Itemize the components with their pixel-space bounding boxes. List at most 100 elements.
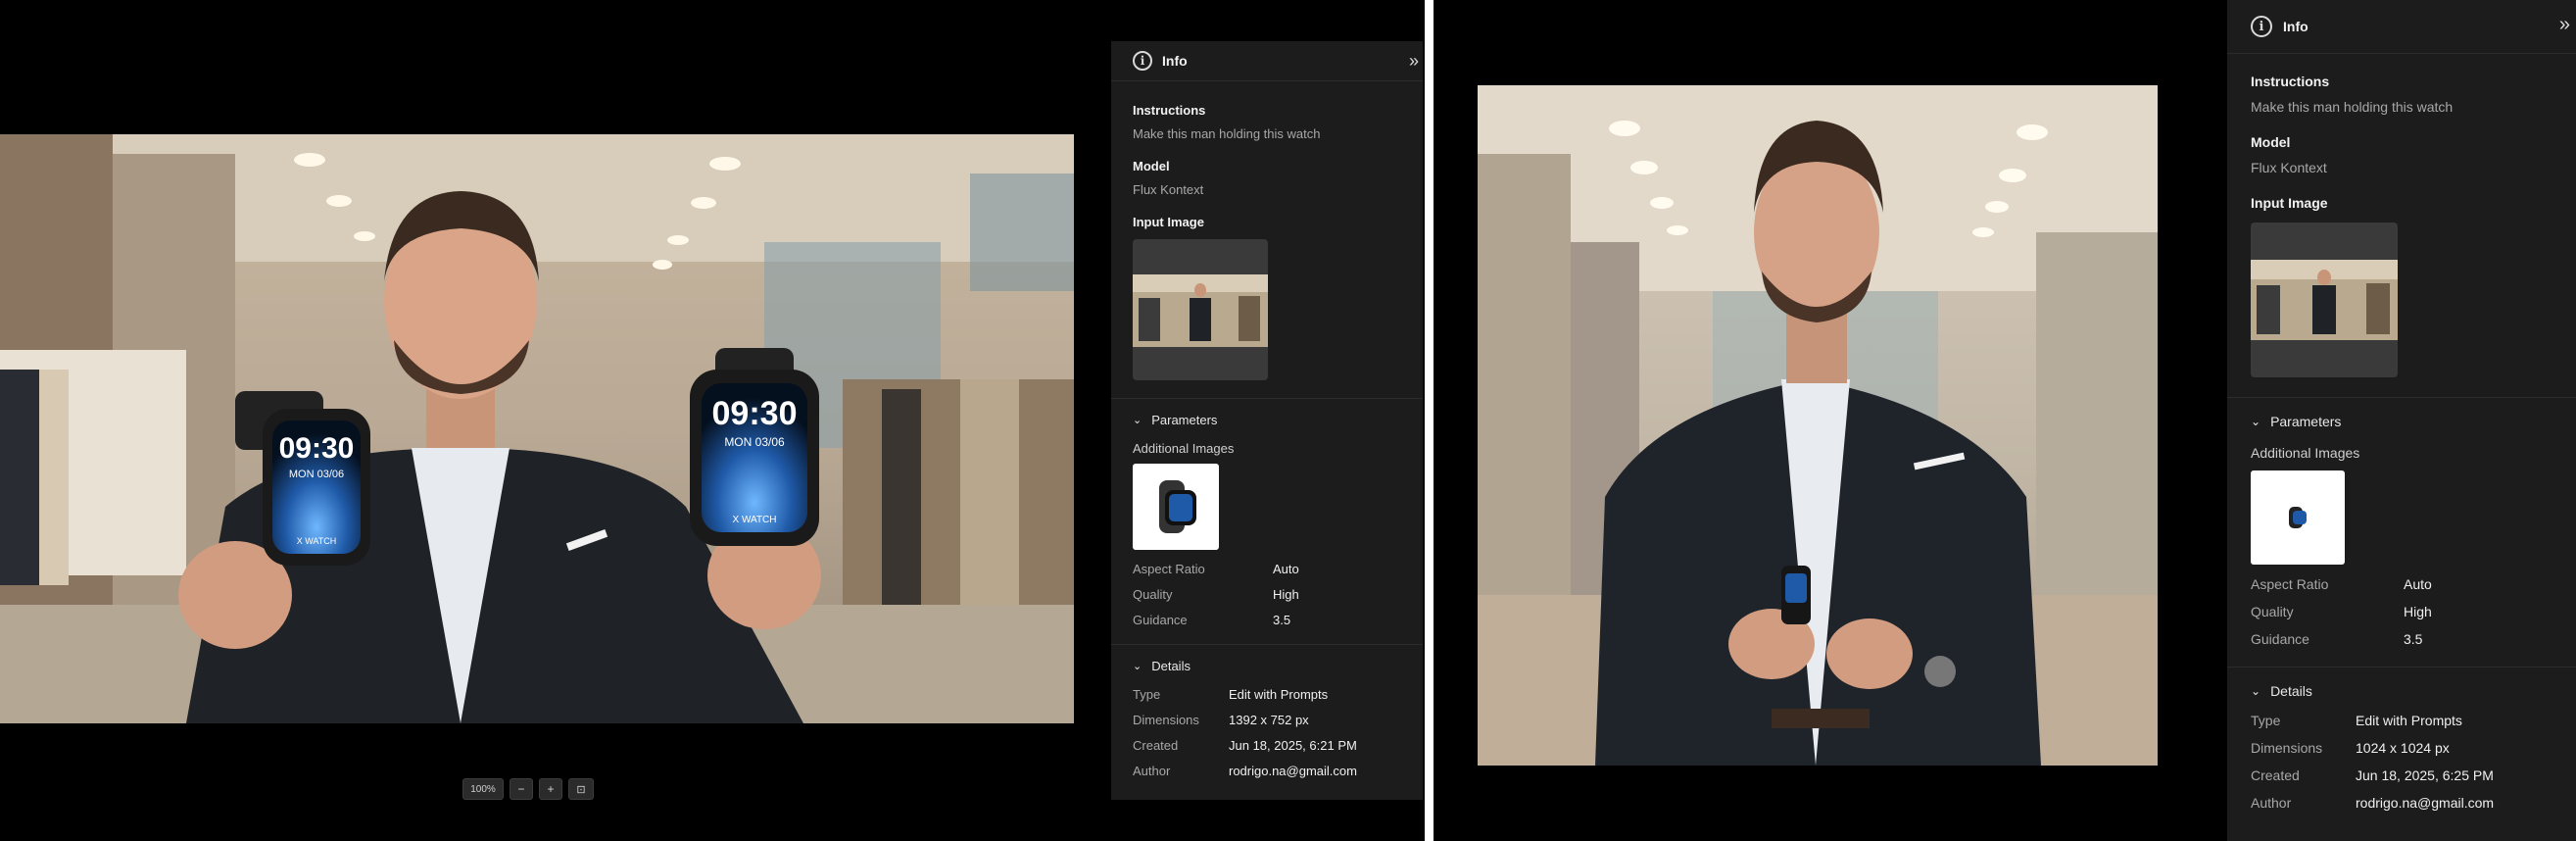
input-image-label: Input Image xyxy=(1133,215,1204,229)
params-list: Aspect Ratio Auto Quality High Guidance … xyxy=(1133,556,1401,632)
input-image-art xyxy=(1133,274,1268,347)
param-value: High xyxy=(2404,604,2432,619)
detail-key: Author xyxy=(2251,795,2292,811)
left-watch-date-2: MON 03/06 xyxy=(724,435,785,449)
additional-image-thumbnail[interactable] xyxy=(1133,464,1219,550)
left-image-viewer: 09:30 MON 03/06 X WATCH 09:30 MON 03/06 … xyxy=(0,0,1423,841)
instructions-value: Make this man holding this watch xyxy=(1133,126,1321,141)
detail-value: Edit with Prompts xyxy=(1229,686,1329,702)
detail-key: Created xyxy=(1133,737,1179,753)
param-value: 3.5 xyxy=(2404,631,2423,647)
parameters-section: ⌄ Parameters Additional Images Aspect Ra… xyxy=(2227,397,2576,653)
details-list: Type Edit with Prompts Dimensions 1392 x… xyxy=(1133,681,1401,783)
details-toggle[interactable]: ⌄ Details xyxy=(2251,683,2552,699)
details-list: Type Edit with Prompts Dimensions 1024 x… xyxy=(2251,707,2552,816)
params-list: Aspect Ratio Auto Quality High Guidance … xyxy=(2251,570,2552,653)
param-value: High xyxy=(1273,586,1299,602)
detail-key: Dimensions xyxy=(1133,712,1199,727)
double-chevron-right-icon[interactable]: » xyxy=(2559,14,2570,36)
instructions-section: Instructions Make this man holding this … xyxy=(1111,81,1423,380)
info-circle-icon: i xyxy=(2251,16,2272,37)
detail-key: Type xyxy=(1133,686,1161,702)
details-section: ⌄ Details Type Edit with Prompts Dimensi… xyxy=(1111,644,1423,783)
left-watch-time-1: 09:30 xyxy=(279,432,355,465)
detail-row: Author rodrigo.na@gmail.com xyxy=(2251,789,2552,816)
detail-value: rodrigo.na@gmail.com xyxy=(1229,763,1357,778)
screenshot-divider xyxy=(1425,0,1434,841)
model-label: Model xyxy=(1133,159,1170,173)
info-title: Info xyxy=(2283,19,2309,34)
input-image-thumbnail[interactable] xyxy=(1133,239,1268,380)
detail-key: Type xyxy=(2251,713,2281,728)
detail-row: Type Edit with Prompts xyxy=(2251,707,2552,734)
chevron-down-icon: ⌄ xyxy=(2251,415,2261,428)
additional-images-label: Additional Images xyxy=(1133,441,1235,456)
param-value: Auto xyxy=(1273,561,1299,576)
parameters-toggle[interactable]: ⌄ Parameters xyxy=(1133,413,1401,427)
double-chevron-right-icon[interactable]: » xyxy=(1409,51,1419,72)
details-label: Details xyxy=(2270,683,2312,699)
parameters-label: Parameters xyxy=(1151,413,1218,427)
param-value: 3.5 xyxy=(1273,612,1291,627)
parameters-toggle[interactable]: ⌄ Parameters xyxy=(2251,414,2552,429)
zoom-level-indicator[interactable]: 100% xyxy=(462,778,504,800)
param-key: Guidance xyxy=(2251,631,2309,647)
details-label: Details xyxy=(1151,659,1191,673)
chevron-down-icon: ⌄ xyxy=(1133,661,1142,672)
left-watch-brand-2: X WATCH xyxy=(733,515,777,525)
watch-thumbnail-art xyxy=(2289,507,2307,528)
info-panel-header: i Info » xyxy=(2227,0,2576,54)
param-key: Quality xyxy=(2251,604,2294,619)
detail-row: Created Jun 18, 2025, 6:25 PM xyxy=(2251,762,2552,789)
detail-key: Author xyxy=(1133,763,1171,778)
param-key: Guidance xyxy=(1133,612,1188,627)
info-title: Info xyxy=(1162,53,1188,69)
param-key: Quality xyxy=(1133,586,1173,602)
param-row: Guidance 3.5 xyxy=(2251,625,2552,653)
param-key: Aspect Ratio xyxy=(1133,561,1205,576)
param-row: Guidance 3.5 xyxy=(1133,607,1401,632)
model-value: Flux Kontext xyxy=(1133,182,1204,197)
right-image-viewer: i Info » Instructions Make this man hold… xyxy=(1434,0,2576,841)
right-generated-image[interactable] xyxy=(1478,85,2158,766)
detail-row: Type Edit with Prompts xyxy=(1133,681,1401,707)
param-row: Quality High xyxy=(1133,581,1401,607)
left-generated-image[interactable]: 09:30 MON 03/06 X WATCH 09:30 MON 03/06 … xyxy=(0,134,1074,723)
fit-to-screen-button[interactable]: ⊡ xyxy=(568,778,594,800)
detail-row: Author rodrigo.na@gmail.com xyxy=(1133,758,1401,783)
detail-key: Created xyxy=(2251,767,2300,783)
instructions-label: Instructions xyxy=(1133,103,1206,118)
left-watch-date-1: MON 03/06 xyxy=(289,469,344,480)
details-toggle[interactable]: ⌄ Details xyxy=(1133,659,1401,673)
input-image-thumbnail[interactable] xyxy=(2251,223,2398,377)
chevron-down-icon: ⌄ xyxy=(1133,415,1142,426)
param-value: Auto xyxy=(2404,576,2432,592)
info-panel-header: i Info » xyxy=(1111,41,1423,81)
additional-images-label: Additional Images xyxy=(2251,445,2360,461)
model-value: Flux Kontext xyxy=(2251,160,2327,175)
param-key: Aspect Ratio xyxy=(2251,576,2329,592)
model-label: Model xyxy=(2251,134,2291,150)
additional-image-thumbnail[interactable] xyxy=(2251,470,2345,565)
instructions-value: Make this man holding this watch xyxy=(2251,99,2454,115)
input-image-label: Input Image xyxy=(2251,195,2328,211)
left-watch-brand-1: X WATCH xyxy=(297,536,337,546)
detail-value: Edit with Prompts xyxy=(2356,713,2462,728)
detail-value: Jun 18, 2025, 6:25 PM xyxy=(2356,767,2494,783)
detail-row: Dimensions 1024 x 1024 px xyxy=(2251,734,2552,762)
right-image-art xyxy=(1478,85,2158,766)
detail-value: Jun 18, 2025, 6:21 PM xyxy=(1229,737,1357,753)
param-row: Aspect Ratio Auto xyxy=(1133,556,1401,581)
detail-row: Dimensions 1392 x 752 px xyxy=(1133,707,1401,732)
detail-value: 1392 x 752 px xyxy=(1229,712,1309,727)
parameters-section: ⌄ Parameters Additional Images Aspect Ra… xyxy=(1111,398,1423,632)
zoom-in-button[interactable]: + xyxy=(539,778,562,800)
left-image-art: 09:30 MON 03/06 X WATCH 09:30 MON 03/06 … xyxy=(0,134,1074,723)
zoom-out-button[interactable]: − xyxy=(510,778,533,800)
detail-value: 1024 x 1024 px xyxy=(2356,740,2450,756)
info-circle-icon: i xyxy=(1133,51,1152,71)
instructions-label: Instructions xyxy=(2251,74,2330,89)
param-row: Quality High xyxy=(2251,598,2552,625)
detail-row: Created Jun 18, 2025, 6:21 PM xyxy=(1133,732,1401,758)
parameters-label: Parameters xyxy=(2270,414,2342,429)
